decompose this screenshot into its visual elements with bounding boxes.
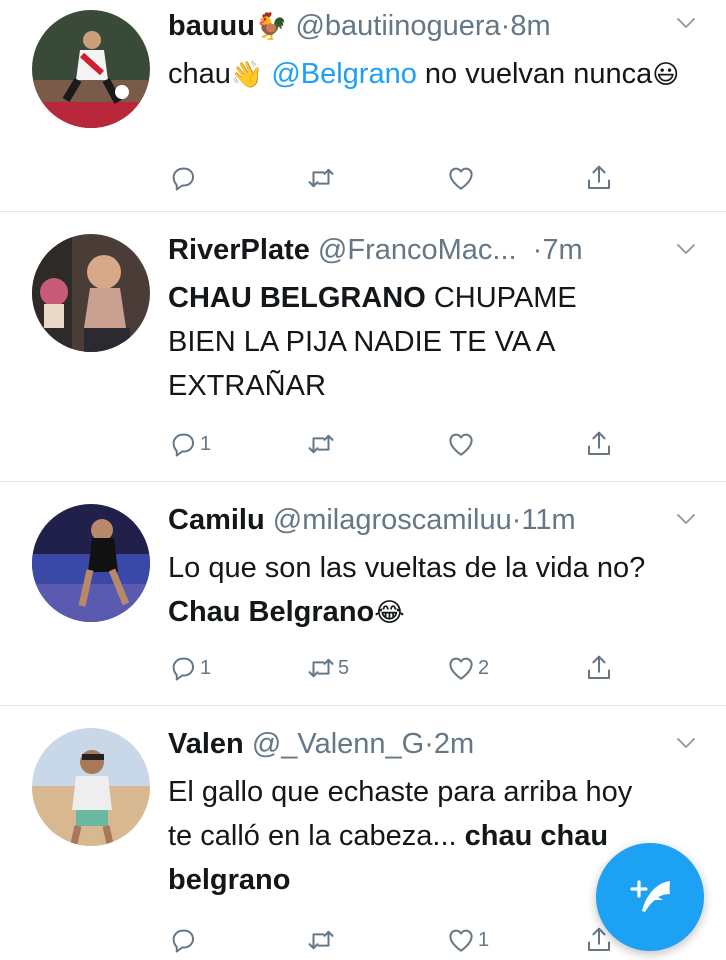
mention-link[interactable]: @Belgrano (271, 58, 417, 90)
tweet-text: Lo que son las vueltas de la vida no? Ch… (168, 546, 688, 634)
retweet-count: 5 (338, 656, 350, 679)
separator-dot: · (511, 504, 522, 536)
caret-down-icon[interactable] (676, 16, 696, 30)
like-button[interactable] (446, 158, 478, 198)
timestamp[interactable]: 8m (510, 10, 550, 42)
user-handle[interactable]: @milagroscamiluu (273, 504, 512, 536)
timestamp[interactable]: 7m (542, 234, 582, 266)
reply-button[interactable]: 1 (168, 424, 211, 464)
tweet-text-bold: CHAU BELGRANO (168, 282, 426, 314)
user-handle[interactable]: @_Valenn_G (252, 728, 424, 760)
like-count: 1 (478, 928, 490, 951)
tweet-text-segment: no vuelvan nunca (416, 58, 653, 90)
reply-count: 1 (200, 432, 212, 455)
retweet-icon (306, 429, 336, 459)
reply-icon (168, 653, 198, 683)
tweet-actions (0, 158, 726, 198)
retweet-button[interactable] (306, 158, 338, 198)
avatar[interactable] (32, 10, 150, 128)
reply-button[interactable]: 1 (168, 648, 211, 688)
timestamp[interactable]: 2m (434, 728, 474, 760)
tweet-header: bauuu🐓 @bautiinoguera·8m (168, 8, 551, 44)
share-button[interactable] (584, 648, 614, 688)
share-icon (584, 163, 614, 193)
avatar[interactable] (32, 728, 150, 846)
like-button[interactable]: 2 (446, 648, 489, 688)
wave-emoji: 👋 (230, 59, 264, 89)
compose-tweet-icon (630, 880, 670, 912)
tweet-text-segment: chau (168, 58, 231, 90)
separator-dot: · (532, 234, 543, 266)
like-icon (446, 653, 476, 683)
display-name[interactable]: bauuu (168, 10, 255, 42)
reply-button[interactable] (168, 158, 200, 198)
retweet-button[interactable]: 5 (306, 648, 349, 688)
name-emoji: 🐓 (255, 11, 288, 41)
reply-count: 1 (200, 656, 212, 679)
caret-down-icon[interactable] (676, 242, 696, 256)
retweet-icon (306, 653, 336, 683)
user-handle[interactable]: @FrancoMac... (318, 234, 517, 266)
tweet-text-bold: Chau Belgrano (168, 596, 375, 628)
retweet-icon (306, 163, 336, 193)
separator-dot: · (500, 10, 511, 42)
tweet-header: Valen @_Valenn_G·2m (168, 726, 474, 762)
share-button[interactable] (584, 424, 614, 464)
display-name[interactable]: Valen (168, 728, 244, 760)
user-handle[interactable]: @bautiinoguera (295, 10, 500, 42)
reply-icon (168, 163, 198, 193)
reply-button[interactable] (168, 920, 200, 960)
like-count: 2 (478, 656, 490, 679)
compose-tweet-button[interactable] (596, 843, 704, 951)
tweet[interactable]: RiverPlate @FrancoMac... ·7m CHAU BELGRA… (0, 212, 726, 482)
like-icon (446, 925, 476, 955)
retweet-button[interactable] (306, 920, 338, 960)
tweet[interactable]: Camilu @milagroscamiluu·11m Lo que son l… (0, 482, 726, 706)
tweet-header: RiverPlate @FrancoMac... ·7m (168, 232, 583, 268)
reply-icon (168, 429, 198, 459)
tweet-text: El gallo que echaste para arriba hoy te … (168, 770, 658, 902)
share-icon (584, 429, 614, 459)
retweet-button[interactable] (306, 424, 338, 464)
share-button[interactable] (584, 158, 614, 198)
joy-emoji: 😂 (374, 597, 405, 627)
display-name[interactable]: Camilu (168, 504, 265, 536)
like-button[interactable] (446, 424, 478, 464)
reply-icon (168, 925, 198, 955)
avatar[interactable] (32, 504, 150, 622)
tweet-actions: 1 5 2 (0, 648, 726, 688)
tweet[interactable]: bauuu🐓 @bautiinoguera·8m chau👋 @Belgrano… (0, 0, 726, 212)
tweet-actions: 1 (0, 424, 726, 464)
avatar[interactable] (32, 234, 150, 352)
display-name[interactable]: RiverPlate (168, 234, 310, 266)
tweet-text: CHAU BELGRANO CHUPAME BIEN LA PIJA NADIE… (168, 276, 648, 408)
like-icon (446, 429, 476, 459)
retweet-icon (306, 925, 336, 955)
share-icon (584, 653, 614, 683)
tweet-text: chau👋 @Belgrano no vuelvan nunca😃 (168, 52, 688, 96)
caret-down-icon[interactable] (676, 736, 696, 750)
tweet-text-segment: Lo que son las vueltas de la vida no? (168, 552, 646, 584)
tweet-header: Camilu @milagroscamiluu·11m (168, 502, 576, 538)
timestamp[interactable]: 11m (521, 504, 575, 536)
smile-emoji: 😃 (652, 59, 680, 89)
separator-dot: · (424, 728, 434, 760)
like-icon (446, 163, 476, 193)
caret-down-icon[interactable] (676, 512, 696, 526)
like-button[interactable]: 1 (446, 920, 489, 960)
